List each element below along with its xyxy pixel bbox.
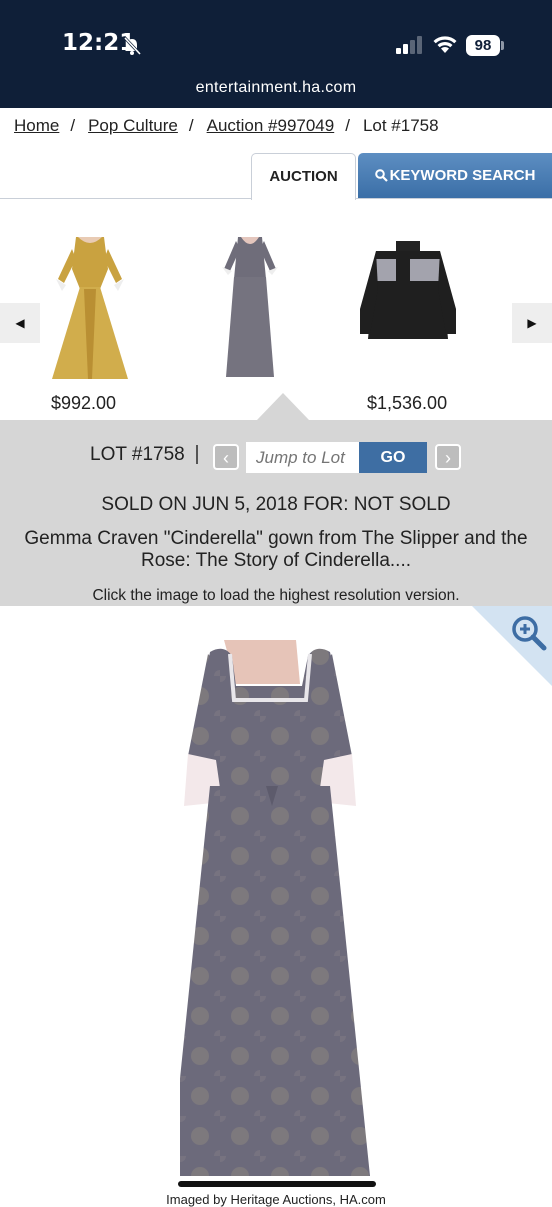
jump-to-lot-input[interactable] <box>246 442 360 473</box>
tab-auction[interactable]: AUCTION <box>251 153 356 200</box>
prev-lot-button[interactable]: ‹ <box>213 444 239 470</box>
carousel-thumb-black-tunic[interactable] <box>356 229 460 347</box>
image-hint: Click the image to load the highest reso… <box>92 587 460 604</box>
home-indicator <box>178 1181 376 1187</box>
lot-info-panel: LOT #1758 ‹ GO › SOLD ON JUN 5, 2018 FOR… <box>0 420 552 606</box>
lot-title: Gemma Craven "Cinderella" gown from The … <box>24 528 528 571</box>
breadcrumb-auction[interactable]: Auction #997049 <box>207 116 335 135</box>
breadcrumb-separator: / <box>188 116 194 135</box>
url-bar[interactable]: entertainment.ha.com <box>0 79 552 97</box>
lot-carousel: ◀ ▶ $992.00 $1,536.00 <box>0 198 552 421</box>
go-button[interactable]: GO <box>359 442 427 473</box>
carousel-prev-button[interactable]: ◀ <box>0 303 40 343</box>
zoom-in-icon[interactable] <box>510 614 548 652</box>
breadcrumb-pop-culture[interactable]: Pop Culture <box>88 116 178 135</box>
carousel-price-1: $992.00 <box>51 393 117 413</box>
wifi-icon <box>433 36 457 53</box>
carousel-thumb-gold-gown[interactable] <box>48 229 132 385</box>
search-icon <box>374 169 388 182</box>
tab-keyword-search[interactable]: KEYWORD SEARCH <box>358 153 552 199</box>
sold-status: SOLD ON JUN 5, 2018 FOR: NOT SOLD <box>101 494 451 515</box>
lot-number: LOT #1758 <box>90 444 185 465</box>
breadcrumb-separator: / <box>345 116 350 135</box>
battery-tip <box>501 41 504 50</box>
carousel-next-button[interactable]: ▶ <box>512 303 552 343</box>
browser-header: 12:21 98 entertainment.ha.com <box>0 0 552 108</box>
carousel-price-3: $1,536.00 <box>367 393 448 413</box>
carousel-thumb-gray-gown[interactable] <box>220 229 280 379</box>
breadcrumb-separator: / <box>70 116 76 135</box>
breadcrumb: Home / Pop Culture / Auction #997049 / Lot #17… <box>14 116 439 136</box>
battery-indicator: 98 <box>466 35 500 56</box>
carousel-current-pointer <box>257 393 309 420</box>
main-gown-image[interactable] <box>180 636 400 1181</box>
tab-keyword-search-label: KEYWORD SEARCH <box>389 167 536 184</box>
divider <box>196 445 198 464</box>
breadcrumb-home[interactable]: Home <box>14 116 59 135</box>
breadcrumb-current-lot: Lot #1758 <box>362 116 439 135</box>
next-lot-button[interactable]: › <box>435 444 461 470</box>
silent-bell-icon <box>123 36 142 56</box>
cellular-signal-icon <box>396 36 422 54</box>
